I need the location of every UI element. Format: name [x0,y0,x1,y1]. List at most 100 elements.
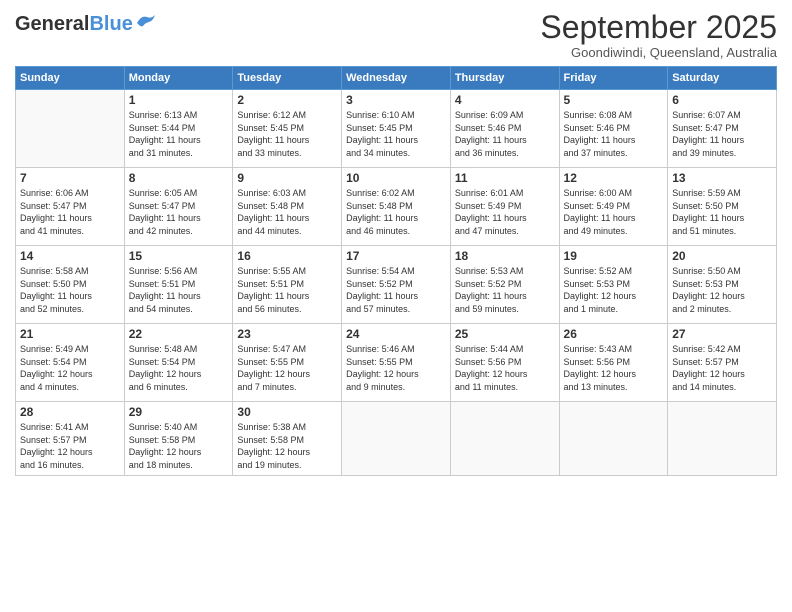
day-info: Sunrise: 5:40 AM Sunset: 5:58 PM Dayligh… [129,421,229,471]
day-info: Sunrise: 5:49 AM Sunset: 5:54 PM Dayligh… [20,343,120,393]
calendar-cell: 5Sunrise: 6:08 AM Sunset: 5:46 PM Daylig… [559,90,668,168]
day-number: 3 [346,93,446,107]
day-info: Sunrise: 5:50 AM Sunset: 5:53 PM Dayligh… [672,265,772,315]
day-number: 6 [672,93,772,107]
location: Goondiwindi, Queensland, Australia [540,45,777,60]
calendar-cell: 12Sunrise: 6:00 AM Sunset: 5:49 PM Dayli… [559,168,668,246]
calendar-header: Sunday Monday Tuesday Wednesday Thursday… [16,67,777,90]
calendar-cell [450,402,559,475]
day-info: Sunrise: 6:06 AM Sunset: 5:47 PM Dayligh… [20,187,120,237]
bird-icon [135,13,157,29]
calendar-body: 1 Sunrise: 6:13 AM Sunset: 5:44 PM Daylig… [16,90,777,475]
day-number: 8 [129,171,229,185]
day-number: 23 [237,327,337,341]
day-info: Sunrise: 6:12 AM Sunset: 5:45 PM Dayligh… [237,109,337,159]
day-info: Sunrise: 5:54 AM Sunset: 5:52 PM Dayligh… [346,265,446,315]
day-info: Sunrise: 6:02 AM Sunset: 5:48 PM Dayligh… [346,187,446,237]
day-number: 27 [672,327,772,341]
day-info: Sunrise: 5:47 AM Sunset: 5:55 PM Dayligh… [237,343,337,393]
day-info: Sunrise: 6:03 AM Sunset: 5:48 PM Dayligh… [237,187,337,237]
day-number: 7 [20,171,120,185]
day-info: Sunrise: 5:38 AM Sunset: 5:58 PM Dayligh… [237,421,337,471]
day-number: 21 [20,327,120,341]
day-info: Sunrise: 5:59 AM Sunset: 5:50 PM Dayligh… [672,187,772,237]
col-wednesday: Wednesday [342,67,451,90]
calendar-cell [342,402,451,475]
calendar-cell: 9 Sunrise: 6:03 AM Sunset: 5:48 PM Daylig… [233,168,342,246]
day-info: Sunrise: 5:41 AM Sunset: 5:57 PM Dayligh… [20,421,120,471]
day-number: 22 [129,327,229,341]
calendar-cell: 21 Sunrise: 5:49 AM Sunset: 5:54 PM Dayli… [16,324,125,402]
day-info: Sunrise: 5:58 AM Sunset: 5:50 PM Dayligh… [20,265,120,315]
calendar-cell: 1 Sunrise: 6:13 AM Sunset: 5:44 PM Daylig… [124,90,233,168]
calendar-cell: 17 Sunrise: 5:54 AM Sunset: 5:52 PM Dayli… [342,246,451,324]
calendar-cell: 23 Sunrise: 5:47 AM Sunset: 5:55 PM Dayli… [233,324,342,402]
day-info: Sunrise: 6:09 AM Sunset: 5:46 PM Dayligh… [455,109,555,159]
day-number: 24 [346,327,446,341]
day-number: 26 [564,327,664,341]
day-info: Sunrise: 5:52 AM Sunset: 5:53 PM Dayligh… [564,265,664,315]
logo: GeneralBlue [15,14,157,34]
calendar-cell: 26 Sunrise: 5:43 AM Sunset: 5:56 PM Dayli… [559,324,668,402]
calendar-cell: 22Sunrise: 5:48 AM Sunset: 5:54 PM Dayli… [124,324,233,402]
calendar-page: GeneralBlue September 2025 Goondiwindi, … [0,0,792,612]
calendar-cell: 25Sunrise: 5:44 AM Sunset: 5:56 PM Dayli… [450,324,559,402]
day-info: Sunrise: 5:46 AM Sunset: 5:55 PM Dayligh… [346,343,446,393]
day-number: 20 [672,249,772,263]
day-info: Sunrise: 5:55 AM Sunset: 5:51 PM Dayligh… [237,265,337,315]
day-info: Sunrise: 6:10 AM Sunset: 5:45 PM Dayligh… [346,109,446,159]
week-row-2: 7 Sunrise: 6:06 AM Sunset: 5:47 PM Daylig… [16,168,777,246]
day-number: 29 [129,405,229,419]
day-number: 10 [346,171,446,185]
calendar-cell: 28 Sunrise: 5:41 AM Sunset: 5:57 PM Dayli… [16,402,125,475]
calendar-cell: 27 Sunrise: 5:42 AM Sunset: 5:57 PM Dayli… [668,324,777,402]
calendar-cell: 29 Sunrise: 5:40 AM Sunset: 5:58 PM Dayli… [124,402,233,475]
calendar-cell: 18Sunrise: 5:53 AM Sunset: 5:52 PM Dayli… [450,246,559,324]
col-thursday: Thursday [450,67,559,90]
day-number: 4 [455,93,555,107]
calendar-cell: 8 Sunrise: 6:05 AM Sunset: 5:47 PM Daylig… [124,168,233,246]
col-sunday: Sunday [16,67,125,90]
day-info: Sunrise: 6:01 AM Sunset: 5:49 PM Dayligh… [455,187,555,237]
logo-text: GeneralBlue [15,14,133,34]
col-tuesday: Tuesday [233,67,342,90]
calendar-cell: 20 Sunrise: 5:50 AM Sunset: 5:53 PM Dayli… [668,246,777,324]
calendar-cell: 7 Sunrise: 6:06 AM Sunset: 5:47 PM Daylig… [16,168,125,246]
day-info: Sunrise: 5:43 AM Sunset: 5:56 PM Dayligh… [564,343,664,393]
calendar-cell: 10 Sunrise: 6:02 AM Sunset: 5:48 PM Dayli… [342,168,451,246]
day-number: 17 [346,249,446,263]
day-number: 1 [129,93,229,107]
calendar-cell: 13 Sunrise: 5:59 AM Sunset: 5:50 PM Dayli… [668,168,777,246]
day-number: 19 [564,249,664,263]
day-info: Sunrise: 5:42 AM Sunset: 5:57 PM Dayligh… [672,343,772,393]
calendar-cell [16,90,125,168]
day-info: Sunrise: 6:05 AM Sunset: 5:47 PM Dayligh… [129,187,229,237]
day-number: 28 [20,405,120,419]
calendar-cell [559,402,668,475]
day-number: 15 [129,249,229,263]
calendar-cell: 15 Sunrise: 5:56 AM Sunset: 5:51 PM Dayli… [124,246,233,324]
logo-general: General [15,13,89,35]
calendar-cell: 19 Sunrise: 5:52 AM Sunset: 5:53 PM Dayli… [559,246,668,324]
day-number: 16 [237,249,337,263]
calendar-cell [668,402,777,475]
day-info: Sunrise: 5:53 AM Sunset: 5:52 PM Dayligh… [455,265,555,315]
calendar-cell: 30 Sunrise: 5:38 AM Sunset: 5:58 PM Dayli… [233,402,342,475]
logo-blue: Blue [89,13,132,35]
calendar-cell: 2Sunrise: 6:12 AM Sunset: 5:45 PM Daylig… [233,90,342,168]
day-number: 14 [20,249,120,263]
day-info: Sunrise: 5:56 AM Sunset: 5:51 PM Dayligh… [129,265,229,315]
day-number: 11 [455,171,555,185]
week-row-1: 1 Sunrise: 6:13 AM Sunset: 5:44 PM Daylig… [16,90,777,168]
day-number: 5 [564,93,664,107]
day-number: 30 [237,405,337,419]
day-number: 13 [672,171,772,185]
calendar-cell: 24 Sunrise: 5:46 AM Sunset: 5:55 PM Dayli… [342,324,451,402]
calendar-cell: 16 Sunrise: 5:55 AM Sunset: 5:51 PM Dayli… [233,246,342,324]
header-row: Sunday Monday Tuesday Wednesday Thursday… [16,67,777,90]
col-saturday: Saturday [668,67,777,90]
day-info: Sunrise: 6:13 AM Sunset: 5:44 PM Dayligh… [129,109,229,159]
calendar-cell: 3 Sunrise: 6:10 AM Sunset: 5:45 PM Daylig… [342,90,451,168]
calendar-cell: 4 Sunrise: 6:09 AM Sunset: 5:46 PM Daylig… [450,90,559,168]
day-number: 9 [237,171,337,185]
